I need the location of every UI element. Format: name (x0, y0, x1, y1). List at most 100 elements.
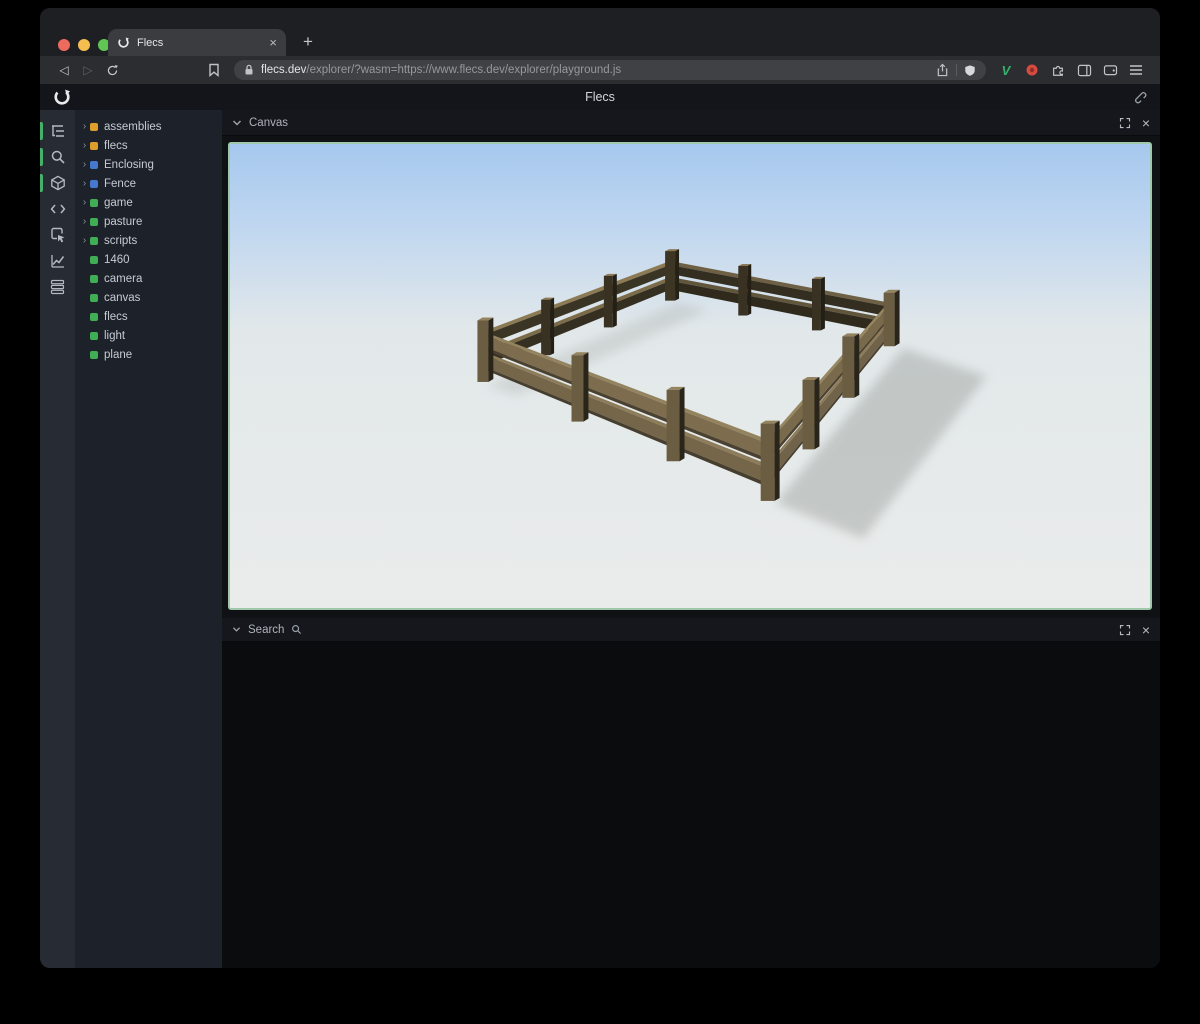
app-title: Flecs (585, 90, 615, 104)
tree-item-camera[interactable]: camera (75, 269, 222, 288)
wallet-icon (1103, 64, 1118, 76)
menu-button[interactable] (1124, 59, 1148, 81)
window-controls (58, 39, 110, 51)
red-extension-icon (1025, 63, 1039, 77)
expand-panel-icon[interactable] (1119, 117, 1131, 129)
sidebar-item-tables[interactable] (40, 274, 75, 300)
tree-item-pasture[interactable]: › pasture (75, 212, 222, 231)
tree-icon (50, 123, 66, 139)
expand-arrow-icon[interactable]: › (79, 197, 90, 208)
tab-close-icon[interactable]: × (269, 36, 277, 49)
share-icon[interactable] (936, 63, 949, 77)
tree-item-label: flecs (104, 311, 128, 323)
entity-color-swatch (90, 313, 98, 321)
tree-item-label: flecs (104, 140, 128, 152)
entity-color-swatch (90, 161, 98, 169)
sidebar-item-tree[interactable] (40, 118, 75, 144)
expand-arrow-icon[interactable]: › (79, 235, 90, 246)
tree-item-label: assemblies (104, 121, 162, 133)
tree-item-1460[interactable]: 1460 (75, 250, 222, 269)
entity-color-swatch (90, 332, 98, 340)
entity-color-swatch (90, 199, 98, 207)
entity-color-swatch (90, 275, 98, 283)
link-icon (1133, 90, 1148, 105)
entity-color-swatch (90, 142, 98, 150)
sidebar-item-canvas[interactable] (40, 170, 75, 196)
expand-panel-icon[interactable] (1119, 624, 1131, 636)
minimize-window-button[interactable] (78, 39, 90, 51)
canvas-panel-title: Canvas (249, 117, 288, 129)
cube-icon (50, 175, 66, 191)
sidebar-item-inspector[interactable] (40, 222, 75, 248)
extension-red-button[interactable] (1020, 59, 1044, 81)
tree-item-assemblies[interactable]: › assemblies (75, 117, 222, 136)
tree-item-canvas[interactable]: canvas (75, 288, 222, 307)
new-tab-button[interactable]: + (296, 31, 320, 53)
flecs-logo-icon[interactable] (53, 88, 71, 106)
browser-tab-flecs[interactable]: Flecs × (108, 29, 286, 56)
search-title-magnifier-icon (291, 624, 302, 635)
expand-arrow-icon[interactable]: › (79, 216, 90, 227)
extensions-puzzle-button[interactable] (1046, 59, 1070, 81)
close-window-button[interactable] (58, 39, 70, 51)
url-domain: flecs.dev (261, 64, 306, 76)
bookmark-button[interactable] (202, 63, 226, 77)
sidebar-item-query[interactable] (40, 144, 75, 170)
tree-item-flecs[interactable]: › flecs (75, 136, 222, 155)
url-text[interactable]: flecs.dev/explorer/?wasm=https://www.fle… (261, 64, 929, 76)
search-panel-title: Search (248, 624, 284, 636)
entity-color-swatch (90, 294, 98, 302)
app-body: › assemblies › flecs ›Enclosing ›Fence ›ga… (40, 110, 1160, 968)
expand-arrow-icon[interactable]: › (79, 121, 90, 132)
tree-item-label: plane (104, 349, 132, 361)
entity-color-swatch (90, 218, 98, 226)
expand-arrow-icon[interactable]: › (79, 140, 90, 151)
shield-icon[interactable] (964, 64, 976, 77)
tree-item-flecs-entity[interactable]: flecs (75, 307, 222, 326)
main-area: Canvas × (222, 110, 1160, 968)
extension-v-button[interactable]: V (994, 59, 1018, 81)
search-results-area[interactable] (222, 642, 1160, 968)
canvas-panel-header[interactable]: Canvas × (222, 110, 1160, 136)
wallet-button[interactable] (1098, 59, 1122, 81)
tree-item-label: canvas (104, 292, 140, 304)
chart-icon (50, 253, 66, 269)
forward-button[interactable]: ▷ (76, 63, 100, 77)
close-panel-icon[interactable]: × (1142, 116, 1150, 130)
v-extension-icon: V (1002, 63, 1011, 78)
canvas-3d-viewport[interactable] (228, 142, 1152, 610)
permalink-button[interactable] (1133, 90, 1148, 105)
expand-arrow-icon[interactable]: › (79, 178, 90, 189)
search-icon (50, 149, 66, 165)
reload-button[interactable] (100, 64, 124, 77)
expand-arrow-icon[interactable]: › (79, 159, 90, 170)
sidebar-item-stats[interactable] (40, 248, 75, 274)
tree-item-fence[interactable]: ›Fence (75, 174, 222, 193)
search-panel-header[interactable]: Search × (222, 618, 1160, 642)
chevron-down-icon[interactable] (232, 119, 242, 127)
address-bar[interactable]: flecs.dev/explorer/?wasm=https://www.fle… (234, 60, 986, 80)
panel-gap (222, 610, 1160, 618)
tree-item-game[interactable]: ›game (75, 193, 222, 212)
entity-color-swatch (90, 180, 98, 188)
tree-item-plane[interactable]: plane (75, 345, 222, 364)
tree-item-label: pasture (104, 216, 142, 228)
sidebar-item-code[interactable] (40, 196, 75, 222)
close-panel-icon[interactable]: × (1142, 623, 1150, 637)
tab-favicon (117, 36, 130, 49)
address-divider (956, 64, 957, 76)
tree-item-light[interactable]: light (75, 326, 222, 345)
app-header: Flecs (40, 84, 1160, 110)
tree-item-label: 1460 (104, 254, 130, 266)
sidebar-toggle-button[interactable] (1072, 59, 1096, 81)
tree-item-enclosing[interactable]: ›Enclosing (75, 155, 222, 174)
tab-strip: Flecs × + (40, 8, 1160, 56)
back-button[interactable]: ◁ (52, 63, 76, 77)
lock-icon (244, 64, 254, 76)
tree-item-scripts[interactable]: › scripts (75, 231, 222, 250)
chevron-down-icon[interactable] (232, 626, 241, 633)
extension-area: V (994, 59, 1148, 81)
tree-item-label: scripts (104, 235, 137, 247)
left-icon-strip (40, 110, 75, 968)
sidebar-toggle-icon (1077, 64, 1092, 77)
